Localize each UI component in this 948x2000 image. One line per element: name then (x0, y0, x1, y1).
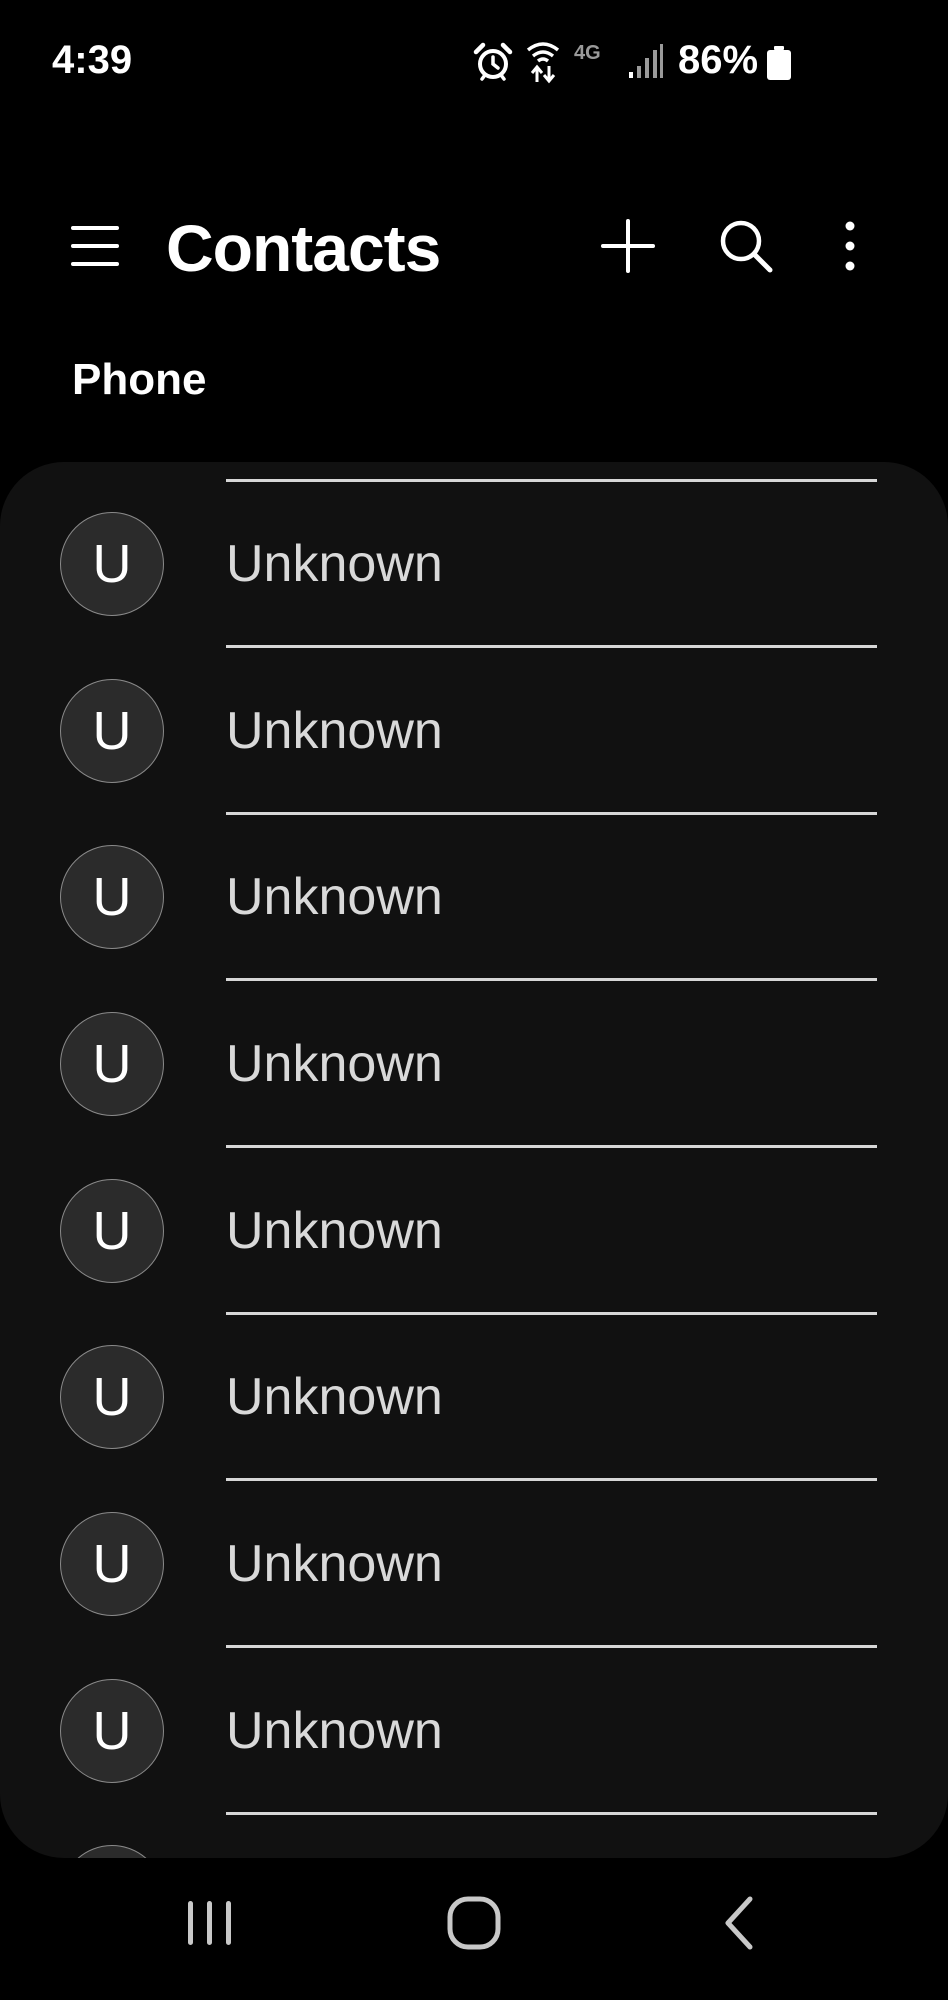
contact-avatar: U (60, 845, 164, 949)
add-contact-button[interactable] (592, 214, 664, 278)
add-icon (601, 219, 655, 273)
contact-name: Unknown (226, 1202, 443, 1260)
contact-item[interactable]: U Unknown (0, 981, 948, 1148)
back-icon (725, 1896, 753, 1950)
contact-name: Unknown (226, 1368, 443, 1426)
battery-percent: 86% (678, 38, 759, 82)
menu-icon (71, 226, 119, 266)
contact-item[interactable]: U Unknown (0, 1148, 948, 1315)
contact-item[interactable] (0, 1814, 948, 1858)
contact-name: Unknown (226, 1702, 443, 1760)
contact-item[interactable]: U Unknown (0, 1481, 948, 1648)
contact-item[interactable]: U Unknown (0, 814, 948, 981)
contact-avatar: U (60, 1179, 164, 1283)
battery-icon (767, 46, 791, 80)
app-bar: Contacts (0, 200, 948, 290)
contact-avatar: U (60, 1012, 164, 1116)
contact-name: Unknown (226, 1535, 443, 1593)
contact-avatar: U (60, 512, 164, 616)
navigation-bar (0, 1858, 948, 2000)
4g-lte-icon: 4G (574, 42, 601, 64)
status-bar: 4:39 4G 86% (0, 0, 948, 120)
contact-avatar: U (60, 1679, 164, 1783)
contact-name: Unknown (226, 868, 443, 926)
contact-item[interactable]: U Unknown (0, 481, 948, 648)
more-options-button[interactable] (822, 214, 878, 278)
page-title: Contacts (166, 211, 441, 285)
contact-avatar: U (60, 679, 164, 783)
menu-button[interactable] (62, 216, 130, 276)
contact-name: Unknown (226, 702, 443, 760)
wifi-calling-icon (526, 42, 560, 84)
contact-item[interactable]: U Unknown (0, 1648, 948, 1815)
recent-apps-button[interactable] (170, 1888, 250, 1958)
home-button[interactable] (434, 1888, 514, 1958)
back-button[interactable] (700, 1888, 780, 1958)
contact-name: Unknown (226, 1035, 443, 1093)
more-vertical-icon (845, 221, 855, 271)
contact-avatar: U (60, 1512, 164, 1616)
recent-apps-icon (188, 1901, 231, 1945)
contact-list[interactable]: U Unknown U Unknown U Unknown U Unknown … (0, 462, 948, 1858)
contact-avatar (60, 1845, 164, 1858)
signal-icon (629, 44, 663, 78)
alarm-icon (473, 42, 513, 81)
contact-avatar: U (60, 1345, 164, 1449)
contact-name: Unknown (226, 535, 443, 593)
search-icon (720, 220, 773, 273)
contact-item[interactable]: U Unknown (0, 648, 948, 815)
section-label-phone: Phone (72, 355, 207, 404)
search-button[interactable] (710, 214, 782, 278)
home-icon (447, 1896, 501, 1950)
contact-item[interactable]: U Unknown (0, 1314, 948, 1481)
status-time: 4:39 (52, 38, 133, 82)
